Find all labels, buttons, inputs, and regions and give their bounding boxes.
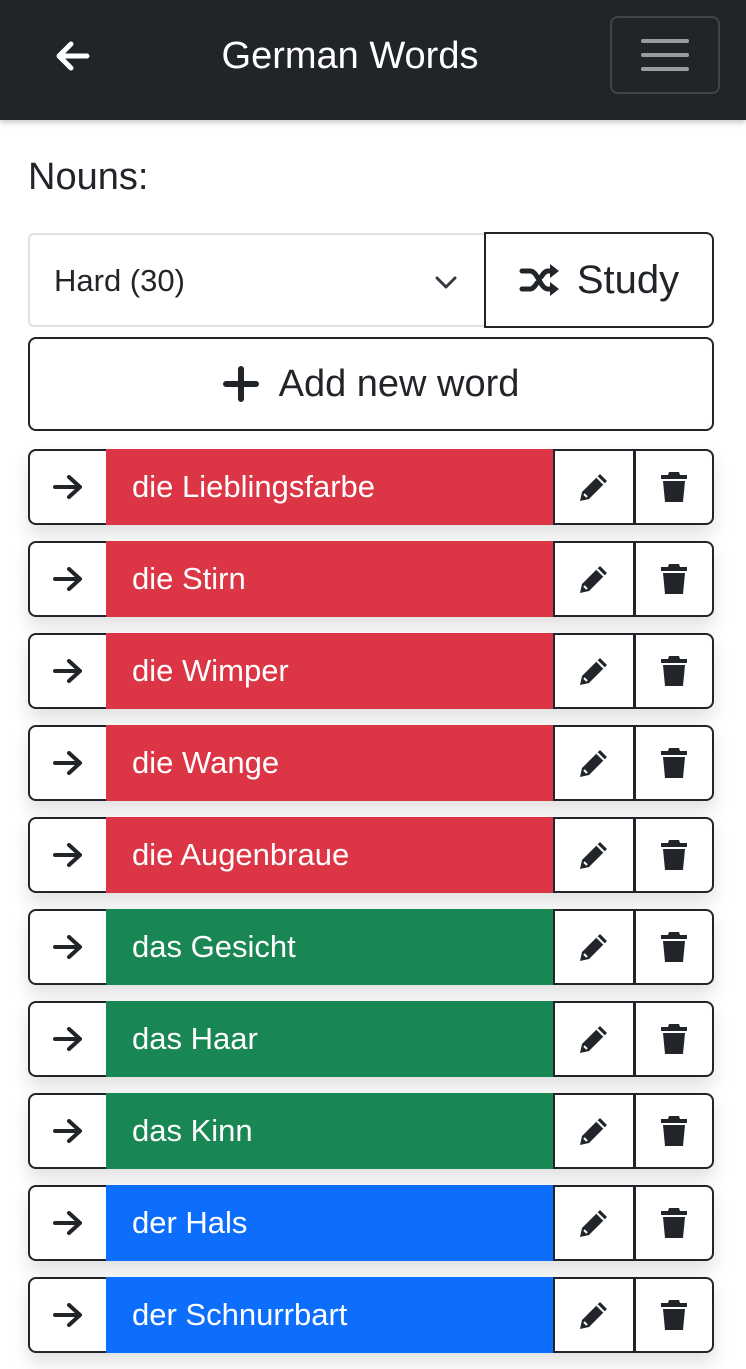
delete-word-button[interactable] <box>634 1185 714 1261</box>
open-word-button[interactable] <box>28 1277 106 1353</box>
word-label[interactable]: die Wange <box>106 725 553 801</box>
add-word-button[interactable]: Add new word <box>28 337 714 431</box>
edit-word-button[interactable] <box>553 725 635 801</box>
arrow-right-icon <box>53 843 82 867</box>
open-word-button[interactable] <box>28 449 106 525</box>
edit-word-button[interactable] <box>553 1185 635 1261</box>
word-label[interactable]: die Lieblingsfarbe <box>106 449 553 525</box>
study-button[interactable]: Study <box>484 232 714 328</box>
trash-icon <box>661 564 687 594</box>
pencil-icon <box>580 750 607 777</box>
edit-word-button[interactable] <box>553 1001 635 1077</box>
navbar: German Words <box>0 0 746 120</box>
open-word-button[interactable] <box>28 817 106 893</box>
difficulty-select-value: Hard (30) <box>54 263 185 298</box>
edit-word-button[interactable] <box>553 633 635 709</box>
page-title: German Words <box>221 35 479 77</box>
chevron-down-icon <box>435 276 457 289</box>
word-row: das Gesicht <box>28 909 714 985</box>
arrow-right-icon <box>53 935 82 959</box>
trash-icon <box>661 932 687 962</box>
word-label[interactable]: die Wimper <box>106 633 553 709</box>
trash-icon <box>661 1024 687 1054</box>
word-row: die Wange <box>28 725 714 801</box>
trash-icon <box>661 656 687 686</box>
arrow-right-icon <box>53 1211 82 1235</box>
word-label[interactable]: das Gesicht <box>106 909 553 985</box>
pencil-icon <box>580 842 607 869</box>
open-word-button[interactable] <box>28 909 106 985</box>
delete-word-button[interactable] <box>634 909 714 985</box>
word-row: die Wimper <box>28 633 714 709</box>
delete-word-button[interactable] <box>634 449 714 525</box>
plus-icon <box>222 366 259 402</box>
pencil-icon <box>580 934 607 961</box>
arrow-right-icon <box>53 1027 82 1051</box>
delete-word-button[interactable] <box>634 817 714 893</box>
edit-word-button[interactable] <box>553 541 635 617</box>
study-button-label: Study <box>576 257 680 302</box>
pencil-icon <box>580 1118 607 1145</box>
pencil-icon <box>580 566 607 593</box>
difficulty-select[interactable]: Hard (30) <box>28 233 485 327</box>
delete-word-button[interactable] <box>634 1001 714 1077</box>
arrow-right-icon <box>53 567 82 591</box>
word-label[interactable]: der Hals <box>106 1185 553 1261</box>
open-word-button[interactable] <box>28 1001 106 1077</box>
shuffle-icon <box>519 264 559 296</box>
pencil-icon <box>580 1302 607 1329</box>
word-row: die Augenbraue <box>28 817 714 893</box>
add-word-button-label: Add new word <box>278 362 520 405</box>
word-row: der Hals <box>28 1185 714 1261</box>
word-list: die Lieblingsfarbe die Stirn die Wimper die… <box>28 449 714 1369</box>
section-title: Nouns: <box>28 156 149 198</box>
open-word-button[interactable] <box>28 725 106 801</box>
edit-word-button[interactable] <box>553 909 635 985</box>
word-label[interactable]: der Schnurrbart <box>106 1277 553 1353</box>
arrow-right-icon <box>53 659 82 683</box>
trash-icon <box>661 1116 687 1146</box>
trash-icon <box>661 472 687 502</box>
trash-icon <box>661 840 687 870</box>
pencil-icon <box>580 474 607 501</box>
trash-icon <box>661 1208 687 1238</box>
arrow-right-icon <box>53 1303 82 1327</box>
word-row: die Stirn <box>28 541 714 617</box>
word-row: der Schnurrbart <box>28 1277 714 1353</box>
open-word-button[interactable] <box>28 633 106 709</box>
trash-icon <box>661 1300 687 1330</box>
menu-toggle-button[interactable] <box>610 16 720 94</box>
delete-word-button[interactable] <box>634 1093 714 1169</box>
open-word-button[interactable] <box>28 541 106 617</box>
delete-word-button[interactable] <box>634 633 714 709</box>
arrow-right-icon <box>53 751 82 775</box>
edit-word-button[interactable] <box>553 817 635 893</box>
edit-word-button[interactable] <box>553 1277 635 1353</box>
edit-word-button[interactable] <box>553 449 635 525</box>
word-row: das Haar <box>28 1001 714 1077</box>
word-label[interactable]: die Stirn <box>106 541 553 617</box>
word-label[interactable]: das Kinn <box>106 1093 553 1169</box>
word-label[interactable]: die Augenbraue <box>106 817 553 893</box>
hamburger-menu-icon <box>641 39 689 43</box>
delete-word-button[interactable] <box>634 725 714 801</box>
edit-word-button[interactable] <box>553 1093 635 1169</box>
arrow-right-icon <box>53 475 82 499</box>
delete-word-button[interactable] <box>634 541 714 617</box>
arrow-right-icon <box>53 1119 82 1143</box>
pencil-icon <box>580 1210 607 1237</box>
delete-word-button[interactable] <box>634 1277 714 1353</box>
open-word-button[interactable] <box>28 1185 106 1261</box>
pencil-icon <box>580 1026 607 1053</box>
word-label[interactable]: das Haar <box>106 1001 553 1077</box>
word-row: das Kinn <box>28 1093 714 1169</box>
open-word-button[interactable] <box>28 1093 106 1169</box>
trash-icon <box>661 748 687 778</box>
word-row: die Lieblingsfarbe <box>28 449 714 525</box>
pencil-icon <box>580 658 607 685</box>
